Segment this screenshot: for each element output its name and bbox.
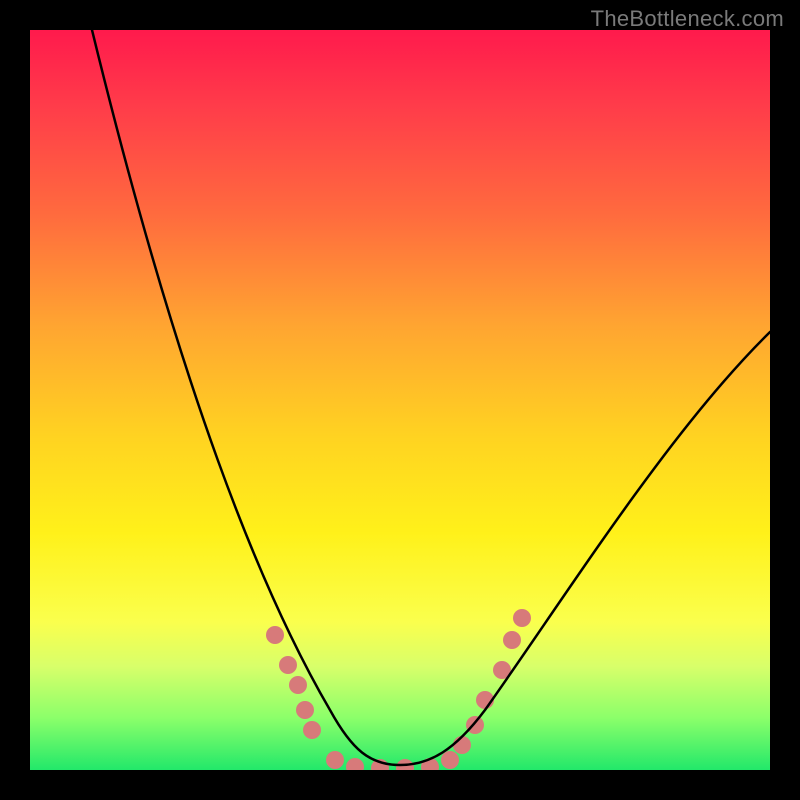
highlight-point [453,736,471,754]
highlight-point [503,631,521,649]
highlight-point [326,751,344,769]
chart-svg [30,30,770,770]
highlight-point [266,626,284,644]
bottleneck-curve [92,30,770,765]
highlight-point [289,676,307,694]
highlight-point [513,609,531,627]
highlight-point [279,656,297,674]
chart-frame: TheBottleneck.com [0,0,800,800]
marker-group [266,609,531,770]
highlight-point [346,758,364,770]
highlight-point [303,721,321,739]
highlight-point [296,701,314,719]
highlight-point [441,751,459,769]
watermark-text: TheBottleneck.com [591,6,784,32]
plot-area [30,30,770,770]
